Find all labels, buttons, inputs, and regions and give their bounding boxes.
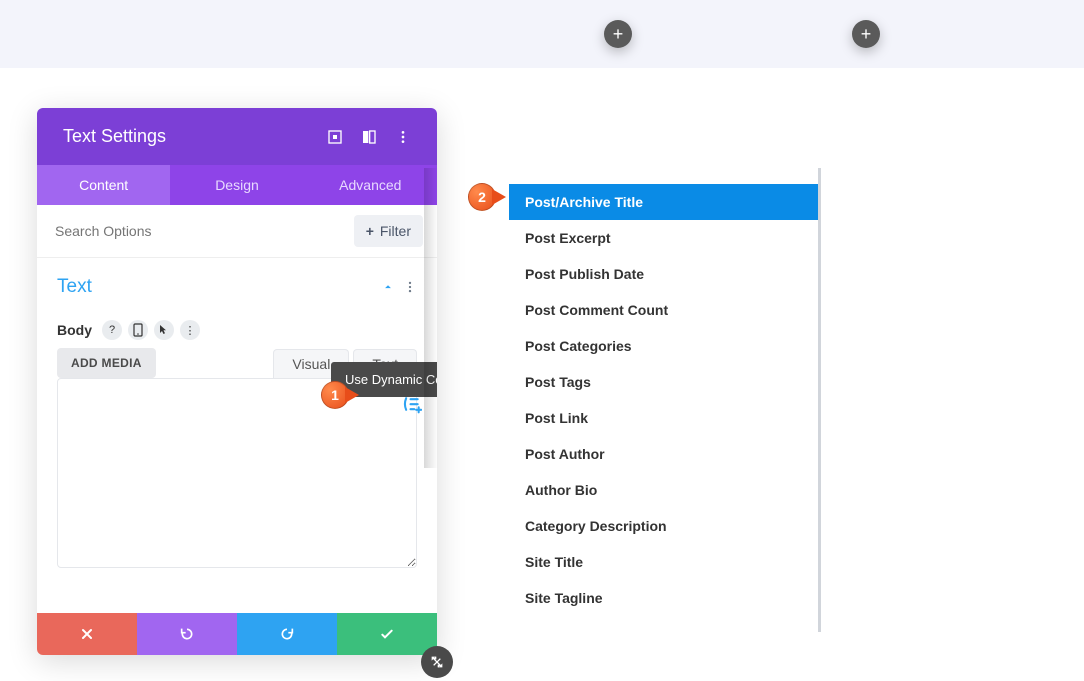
panel-title: Text Settings [63, 126, 166, 147]
snap-icon[interactable] [327, 129, 343, 145]
redo-button[interactable] [237, 613, 337, 655]
collapse-icon[interactable] [381, 280, 395, 294]
help-icon[interactable]: ? [102, 320, 122, 340]
tab-content[interactable]: Content [37, 165, 170, 205]
add-module-button-left[interactable]: + [604, 20, 632, 48]
tab-design[interactable]: Design [170, 165, 303, 205]
top-band [0, 0, 1084, 68]
dropdown-item-site-tagline[interactable]: Site Tagline [509, 580, 818, 616]
dropdown-item-post-excerpt[interactable]: Post Excerpt [509, 220, 818, 256]
panel-resize-handle[interactable] [421, 646, 453, 678]
dropdown-item-post-author[interactable]: Post Author [509, 436, 818, 472]
dropdown-item-post-tags[interactable]: Post Tags [509, 364, 818, 400]
dropdown-item-post-archive-title[interactable]: Post/Archive Title [509, 184, 818, 220]
dropdown-item-post-comment-count[interactable]: Post Comment Count [509, 292, 818, 328]
panel-tabs: Content Design Advanced [37, 165, 437, 205]
discard-button[interactable] [37, 613, 137, 655]
more-icon[interactable]: ⋮ [180, 320, 200, 340]
search-input[interactable] [51, 217, 354, 245]
dynamic-content-button[interactable] [402, 394, 422, 419]
panel-footer [37, 613, 437, 655]
filter-label: Filter [380, 223, 411, 239]
tab-advanced[interactable]: Advanced [304, 165, 437, 205]
dynamic-content-dropdown: Post/Archive Title Post Excerpt Post Pub… [509, 168, 821, 632]
section-title-text: Text [57, 276, 92, 298]
undo-button[interactable] [137, 613, 237, 655]
filter-button[interactable]: + Filter [354, 215, 423, 247]
add-module-button-right[interactable]: + [852, 20, 880, 48]
hover-icon[interactable] [154, 320, 174, 340]
save-button[interactable] [337, 613, 437, 655]
settings-panel: Text Settings Content Design Advanced + … [37, 108, 437, 655]
columns-icon[interactable] [361, 129, 377, 145]
dropdown-item-post-link[interactable]: Post Link [509, 400, 818, 436]
section-more-icon[interactable] [403, 280, 417, 294]
dropdown-item-post-publish-date[interactable]: Post Publish Date [509, 256, 818, 292]
dropdown-item-author-bio[interactable]: Author Bio [509, 472, 818, 508]
dropdown-item-category-description[interactable]: Category Description [509, 508, 818, 544]
callout-1: 1 [321, 381, 365, 409]
panel-header: Text Settings [37, 108, 437, 165]
callout-2: 2 [468, 183, 512, 211]
dropdown-item-post-categories[interactable]: Post Categories [509, 328, 818, 364]
menu-dots-icon[interactable] [395, 129, 411, 145]
body-field-label: Body [57, 322, 92, 338]
dropdown-item-site-title[interactable]: Site Title [509, 544, 818, 580]
mobile-icon[interactable] [128, 320, 148, 340]
add-media-button[interactable]: ADD MEDIA [57, 348, 156, 378]
